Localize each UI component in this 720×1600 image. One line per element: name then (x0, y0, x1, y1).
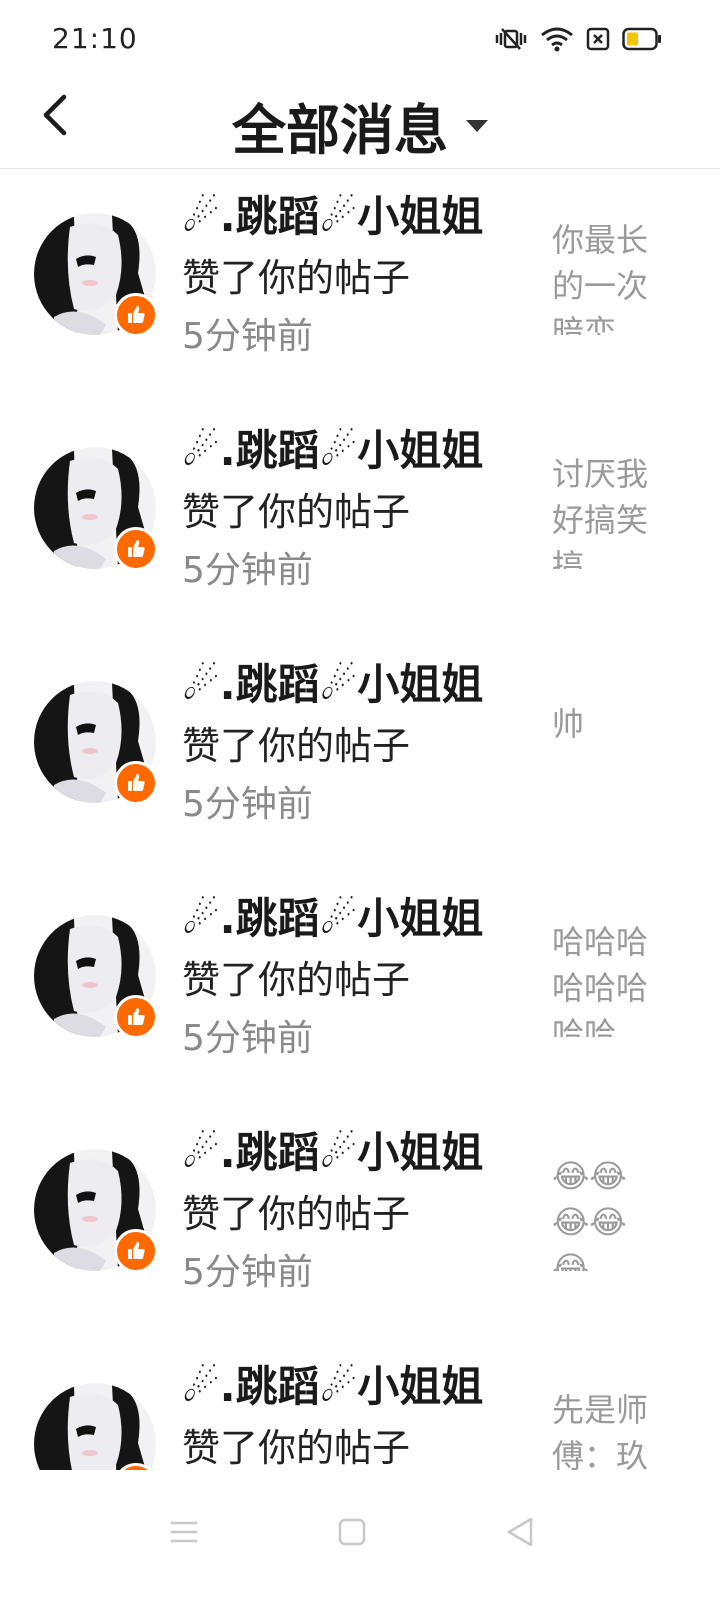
notification-row[interactable]: ☄.跳蹈☄小姐姐 赞了你的帖子 5分钟前 😂😂😂😂😂… (0, 1105, 720, 1339)
notification-text: ☄.跳蹈☄小姐姐 赞了你的帖子 5分钟前 (182, 423, 522, 601)
sender-name[interactable]: ☄.跳蹈☄小姐姐 (182, 657, 522, 713)
system-nav-bar (0, 1470, 720, 1600)
post-preview[interactable]: 😂😂😂😂😂… (552, 1153, 662, 1271)
notification-row[interactable]: ☄.跳蹈☄小姐姐 赞了你的帖子 5分钟前 讨厌我好搞笑搞 (0, 403, 720, 637)
caret-down-icon (466, 119, 488, 132)
sender-name[interactable]: ☄.跳蹈☄小姐姐 (182, 1359, 522, 1415)
notification-text: ☄.跳蹈☄小姐姐 赞了你的帖子 5分钟前 (182, 891, 522, 1069)
wifi-icon (540, 26, 574, 52)
message-filter-dropdown[interactable]: 全部消息 (0, 86, 720, 165)
avatar[interactable] (34, 213, 158, 337)
menu-icon (169, 1517, 199, 1551)
sender-name[interactable]: ☄.跳蹈☄小姐姐 (182, 891, 522, 947)
notification-time: 5分钟前 (182, 1018, 313, 1059)
notification-action: 赞了你的帖子 (182, 256, 411, 300)
avatar[interactable] (34, 915, 158, 1039)
avatar[interactable] (34, 447, 158, 571)
vibrate-off-icon (494, 27, 528, 51)
menu-button[interactable] (154, 1504, 214, 1564)
notification-time: 5分钟前 (182, 784, 313, 825)
avatar[interactable] (34, 1383, 158, 1470)
thumbs-up-icon (114, 527, 158, 571)
notification-text: ☄.跳蹈☄小姐姐 赞了你的帖子 5分钟前 (182, 657, 522, 835)
status-time: 21:10 (52, 22, 138, 55)
post-preview[interactable]: 你最长的一次暗恋 (552, 217, 662, 335)
notification-action: 赞了你的帖子 (182, 1426, 411, 1470)
sender-name[interactable]: ☄.跳蹈☄小姐姐 (182, 423, 522, 479)
notification-row[interactable]: ☄.跳蹈☄小姐姐 赞了你的帖子 5分钟前 哈哈哈哈哈哈哈哈 (0, 871, 720, 1105)
app-header: 全部消息 (0, 80, 720, 169)
post-preview[interactable]: 先是师傅：玖 (552, 1387, 662, 1470)
notification-list[interactable]: ☄.跳蹈☄小姐姐 赞了你的帖子 5分钟前 你最长的一次暗恋 ☄.跳蹈☄小姐姐 赞… (0, 169, 720, 1470)
page-title: 全部消息 (232, 99, 448, 162)
thumbs-up-icon (114, 1229, 158, 1273)
post-preview[interactable]: 哈哈哈哈哈哈哈哈 (552, 919, 662, 1037)
notification-action: 赞了你的帖子 (182, 724, 411, 768)
avatar-image (34, 1383, 156, 1470)
notification-text: ☄.跳蹈☄小姐姐 赞了你的帖子 5分钟前 (182, 189, 522, 367)
thumbs-up-icon (114, 293, 158, 337)
sender-name[interactable]: ☄.跳蹈☄小姐姐 (182, 1125, 522, 1181)
notification-time: 5分钟前 (182, 316, 313, 357)
avatar[interactable] (34, 681, 158, 805)
avatar[interactable] (34, 1149, 158, 1273)
sender-name[interactable]: ☄.跳蹈☄小姐姐 (182, 189, 522, 245)
notification-time: 5分钟前 (182, 1252, 313, 1293)
thumbs-up-icon (114, 995, 158, 1039)
notification-text: ☄.跳蹈☄小姐姐 赞了你的帖子 5分钟前 (182, 1359, 522, 1470)
post-preview[interactable]: 帅 (552, 701, 662, 751)
back-nav-button[interactable] (490, 1504, 550, 1564)
notification-action: 赞了你的帖子 (182, 490, 411, 534)
notification-row[interactable]: ☄.跳蹈☄小姐姐 赞了你的帖子 5分钟前 先是师傅：玖 (0, 1339, 720, 1470)
status-icons (494, 26, 662, 52)
notification-row[interactable]: ☄.跳蹈☄小姐姐 赞了你的帖子 5分钟前 你最长的一次暗恋 (0, 169, 720, 403)
post-preview[interactable]: 讨厌我好搞笑搞 (552, 451, 662, 569)
status-bar: 21:10 (0, 0, 720, 80)
battery-icon (622, 27, 662, 51)
notification-action: 赞了你的帖子 (182, 1192, 411, 1236)
thumbs-up-icon (114, 761, 158, 805)
home-square-icon (337, 1517, 367, 1551)
notification-time: 5分钟前 (182, 550, 313, 591)
sim-icon (586, 27, 610, 51)
home-button[interactable] (322, 1504, 382, 1564)
notification-action: 赞了你的帖子 (182, 958, 411, 1002)
back-triangle-icon (505, 1516, 535, 1552)
notification-text: ☄.跳蹈☄小姐姐 赞了你的帖子 5分钟前 (182, 1125, 522, 1303)
notification-row[interactable]: ☄.跳蹈☄小姐姐 赞了你的帖子 5分钟前 帅 (0, 637, 720, 871)
